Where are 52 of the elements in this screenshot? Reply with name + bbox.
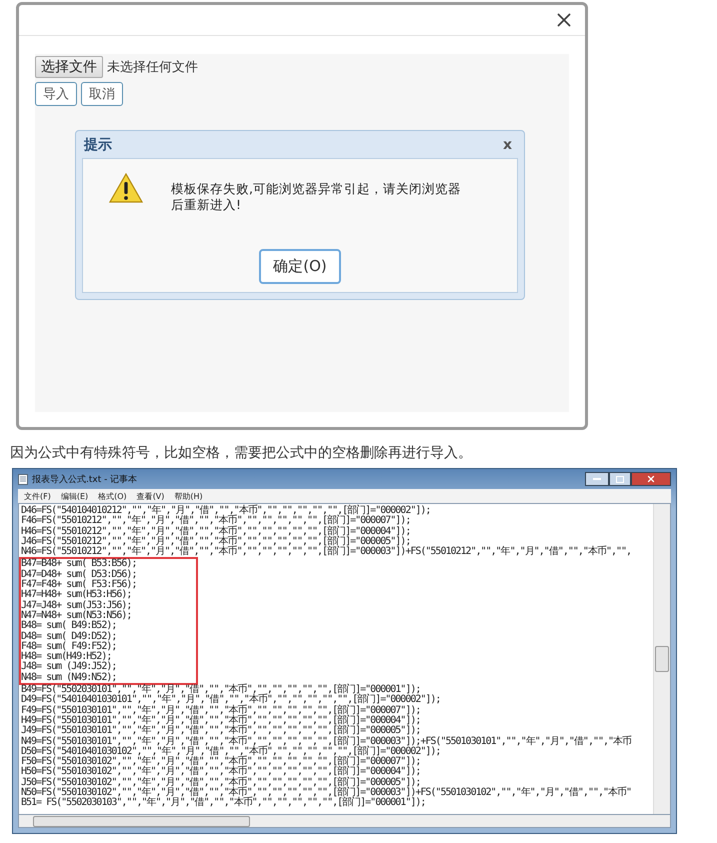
dialog-button[interactable]: 导入 xyxy=(35,82,77,106)
text-line: B48= sum( B49:B52); xyxy=(21,621,118,632)
caption-text: 因为公式中有特殊符号，比如空格，需要把公式中的空格删除再进行导入。 xyxy=(10,444,473,462)
dialog-button[interactable]: 取消 xyxy=(81,82,123,106)
text-line: J47=J48+ sum(J53:J56); xyxy=(21,600,132,611)
text-line: J49=FS("5501030101","","年","月","借","","本币","","","","","",[部门]="000005"]); xyxy=(21,726,420,736)
text-line: H46=FS("55010212","","年","月","借","","本币","","","","","",[部门]="000004"]); xyxy=(21,526,412,537)
text-line: B51= FS("5502030103","","年","月","借","","本币","","","","","",[部门]="000001"]); xyxy=(21,798,426,809)
close-button[interactable]: x xyxy=(496,136,518,152)
text-line: F48= sum( F49:F52); xyxy=(21,642,118,652)
text-area[interactable] xyxy=(18,503,671,815)
text-line: H49=FS("5501030101","","年","月","借","","本币","","","","","",[部门]="000004"]); xyxy=(21,716,422,726)
choose-file-button[interactable]: 选择文件 xyxy=(35,56,103,78)
text-line: H48= sum(H49:H52); xyxy=(21,652,112,662)
minimize-icon xyxy=(593,478,601,480)
menu-item[interactable]: 查看(V) xyxy=(136,490,164,502)
text-line: D49=FS("54010401030101","","年","月","借","","本币","","","","","",[部门]="000002"]); xyxy=(21,695,442,706)
menu-item[interactable]: 编辑(E) xyxy=(60,490,88,502)
notepad-icon xyxy=(18,474,28,484)
text-line: H50=FS("5501030102","","年","月","借","","本币","","","","","",[部门]="000004"]); xyxy=(21,767,422,778)
text-line: F47=F48+ sum( F53:F56); xyxy=(21,580,136,590)
text-line: J50=FS("5501030102","","年","月","借","","本币","","","","","",[部门]="000005"]); xyxy=(21,778,420,788)
minimize-button[interactable] xyxy=(585,472,609,486)
text-line: F49=FS("5501030101","","年","月","借","","本币","","","","","",[部门]="000007"]); xyxy=(21,706,422,716)
text-line: J46=FS("55010212","","年","月","借","","本币","","","","","",[部门]="000005"]); xyxy=(21,536,410,547)
ok-button[interactable]: 确定(O) xyxy=(259,249,341,284)
text-line: N46=FS("55010212","","年","月","借","","本币","","","","","",[部门]="000003"])+FS("55010212","","年","月","借","","本币","", xyxy=(21,547,632,558)
close-button[interactable] xyxy=(631,472,671,486)
maximize-button[interactable] xyxy=(609,472,631,486)
text-line: N47=N48+ sum(N53:N56); xyxy=(21,610,132,621)
vertical-scrollbar[interactable] xyxy=(653,504,670,814)
text-line: D50=FS("54010401030102","","年","月","借","","本币","","","","","",[部门]="000002"]); xyxy=(21,746,442,757)
alert-title: 提示 xyxy=(82,136,112,154)
text-line: D48= sum( D49:D52); xyxy=(21,632,118,642)
warning-icon xyxy=(109,173,143,203)
text-line: N49=FS("5501030101","","年","月","借","","本币","","","","","",[部门]="000003"]);+FS("5501030101","","年","月","借","","本币 xyxy=(21,736,632,747)
menu-item[interactable]: 格式(O) xyxy=(98,490,127,502)
maximize-icon xyxy=(616,476,624,482)
text-line: N48= sum (N49:N52); xyxy=(21,672,118,684)
text-line: H47=H48+ sum(H53:H56); xyxy=(21,590,132,600)
alert-message: 模板保存失败,可能浏览器异常引起，请关闭浏览器后重新进入! xyxy=(171,181,462,213)
close-icon xyxy=(646,474,656,484)
text-line: F46=FS("55010212","","年","月","借","","本币","","","","","",[部门]="000007"]); xyxy=(21,516,412,526)
window-title: 报表导入公式.txt - 记事本 xyxy=(32,474,138,486)
text-line: D46=FS("540104010212","","年","月","借","","本币","","","","","",[部门]="000002"]); xyxy=(21,506,432,516)
horizontal-scrollbar[interactable] xyxy=(18,815,671,828)
menu-item[interactable]: 帮助(H) xyxy=(174,490,203,502)
text-line: J48= sum (J49:J52); xyxy=(21,662,118,672)
text-line: D47=D48+ sum( D53:D56); xyxy=(21,570,136,580)
menu-item[interactable]: 文件(F) xyxy=(24,490,51,502)
text-line: B47=B48+ sum( B53:B56); xyxy=(21,559,136,570)
file-status: 未选择任何文件 xyxy=(107,59,198,76)
